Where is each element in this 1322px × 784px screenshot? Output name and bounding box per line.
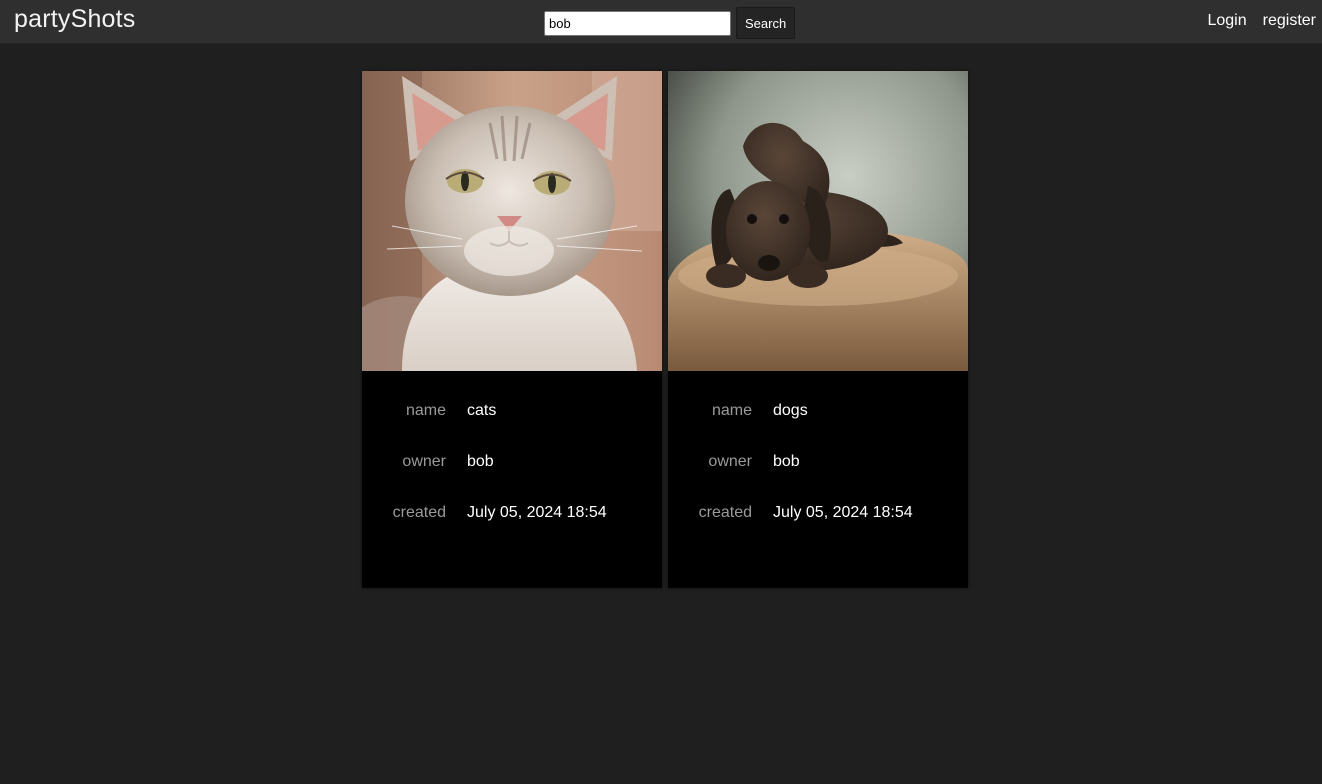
card-details: name cats owner bob created July 05, 202…: [362, 371, 662, 555]
owner-label: owner: [402, 453, 446, 470]
created-label: created: [392, 504, 446, 521]
name-row: name cats: [362, 402, 662, 453]
top-navbar: partyShots Search Login register: [0, 0, 1322, 44]
owner-label: owner: [708, 453, 752, 470]
name-label: name: [711, 402, 752, 419]
search-input[interactable]: [544, 10, 731, 36]
owner-value: bob: [773, 453, 800, 470]
name-row: name dogs: [668, 402, 968, 453]
card-details: name dogs owner bob created July 05, 202…: [668, 371, 968, 555]
brand-logo[interactable]: partyShots: [14, 5, 136, 34]
name-label: name: [405, 402, 446, 419]
gallery-card[interactable]: name dogs owner bob created July 05, 202…: [668, 71, 968, 588]
login-link[interactable]: Login: [1207, 12, 1246, 30]
owner-row: owner bob: [668, 453, 968, 504]
gallery-grid: name cats owner bob created July 05, 202…: [362, 71, 968, 588]
created-value: July 05, 2024 18:54: [773, 504, 913, 521]
cat-photo[interactable]: [362, 71, 662, 371]
auth-links: Login register: [1207, 12, 1316, 30]
owner-value: bob: [467, 453, 494, 470]
search-button[interactable]: Search: [736, 7, 796, 39]
gallery-card[interactable]: name cats owner bob created July 05, 202…: [362, 71, 662, 588]
created-row: created July 05, 2024 18:54: [362, 504, 662, 555]
register-link[interactable]: register: [1263, 12, 1316, 30]
owner-row: owner bob: [362, 453, 662, 504]
created-value: July 05, 2024 18:54: [467, 504, 607, 521]
search-form: Search: [544, 7, 796, 39]
name-value: dogs: [773, 402, 808, 419]
dog-photo[interactable]: [668, 71, 968, 371]
name-value: cats: [467, 402, 497, 419]
created-label: created: [698, 504, 752, 521]
created-row: created July 05, 2024 18:54: [668, 504, 968, 555]
